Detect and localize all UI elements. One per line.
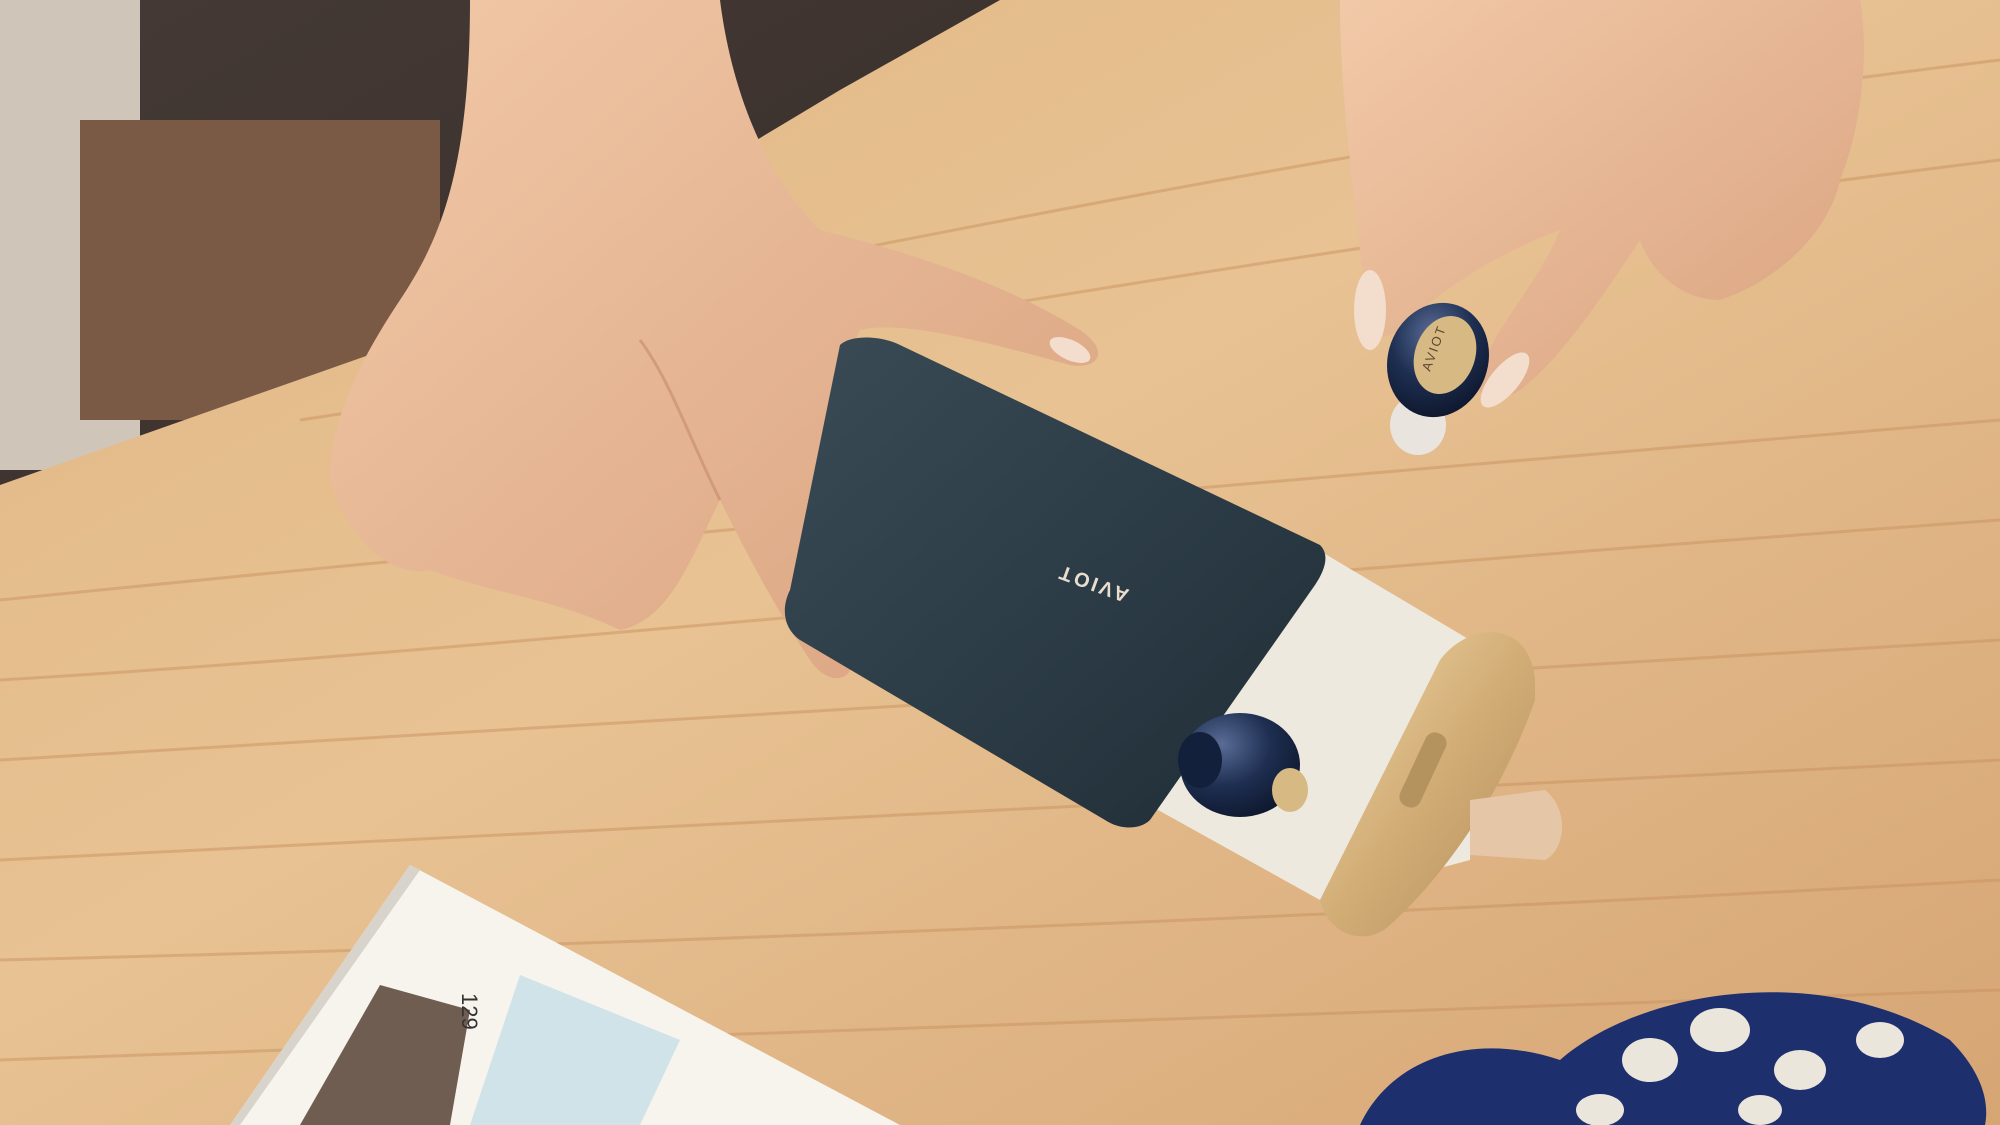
booklet-page-number: 129 — [457, 993, 482, 1030]
case-leather-tab — [1470, 790, 1562, 860]
product-photo-scene: 129 AVIOT AVIOT — [0, 0, 2000, 1125]
